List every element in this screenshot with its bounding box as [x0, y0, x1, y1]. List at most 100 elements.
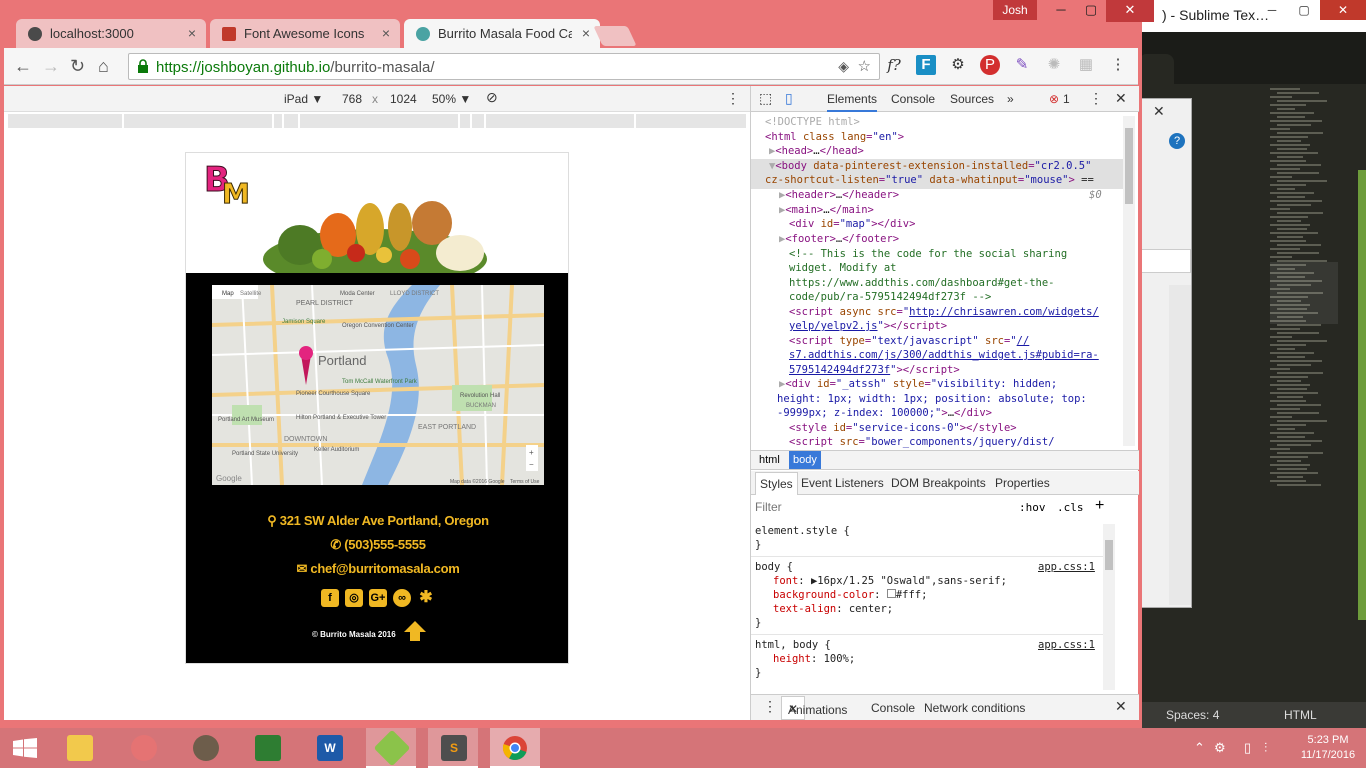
pinterest-icon[interactable]: P [980, 55, 1000, 75]
tray-expand-icon[interactable]: ⌃ [1194, 740, 1205, 756]
minimize-button[interactable]: ─ [1256, 0, 1288, 20]
font-extension-icon[interactable]: f? [884, 55, 904, 75]
tab-sources[interactable]: Sources [950, 92, 994, 106]
yelp-icon[interactable]: ✱ [417, 589, 435, 607]
facebook-icon[interactable]: f [321, 589, 339, 607]
battery-icon[interactable]: ▯ [1244, 740, 1251, 756]
taskbar-gimp[interactable] [180, 728, 230, 768]
taskbar-calculator[interactable] [242, 728, 292, 768]
tab-elements[interactable]: Elements [827, 92, 878, 112]
google-plus-icon[interactable]: G+ [369, 589, 387, 607]
shield-icon[interactable]: ◈ [838, 58, 849, 75]
tab-event-listeners[interactable]: Event Listeners [801, 476, 884, 490]
help-icon[interactable]: ? [1169, 133, 1185, 149]
minimap-viewport[interactable] [1270, 262, 1338, 324]
close-tab-icon[interactable]: × [582, 25, 590, 41]
back-icon[interactable]: ← [14, 56, 32, 77]
system-clock[interactable]: 5:23 PM 11/17/2016 [1290, 733, 1366, 763]
device-height[interactable]: 1024 [390, 92, 417, 106]
taskbar-sublime[interactable]: S [428, 728, 478, 768]
tab-console[interactable]: Console [891, 92, 935, 106]
status-syntax[interactable]: HTML [1284, 708, 1317, 722]
device-menu-icon[interactable]: ⋮ [726, 90, 740, 107]
wifi-icon[interactable]: ⫶ [1264, 740, 1267, 756]
tab-burrito-masala[interactable]: Burrito Masala Food Cart × [404, 19, 600, 48]
device-mode-icon[interactable]: ▯ [785, 90, 793, 107]
styles-scrollbar[interactable] [1103, 524, 1115, 690]
scrollbar[interactable] [1169, 285, 1191, 605]
tab-drawer-console[interactable]: Console [871, 701, 915, 715]
inspect-icon[interactable]: ⬚ [759, 90, 772, 107]
media-query-bar[interactable] [8, 114, 746, 128]
burrito-masala-logo[interactable]: B M [202, 157, 252, 206]
minimize-button[interactable]: ─ [1046, 0, 1076, 22]
taskbar-app[interactable] [366, 728, 416, 768]
sublime-tab[interactable] [1140, 54, 1174, 84]
home-icon[interactable]: ⌂ [98, 56, 109, 77]
devtools-menu-icon[interactable]: ⋮ [1089, 90, 1103, 107]
tripadvisor-icon[interactable]: ∞ [393, 589, 411, 607]
tab-network-conditions[interactable]: Network conditions [924, 701, 1025, 715]
maximize-button[interactable]: ▢ [1076, 0, 1106, 22]
status-spaces[interactable]: Spaces: 4 [1166, 708, 1219, 722]
maximize-button[interactable]: ▢ [1288, 0, 1320, 20]
gear-icon[interactable]: ⚙ [948, 55, 968, 75]
grid-icon[interactable]: ▦ [1076, 55, 1096, 75]
styles-filter-input[interactable] [755, 500, 955, 514]
sublime-side-panel [1358, 170, 1366, 620]
tab-localhost[interactable]: localhost:3000 × [16, 19, 206, 48]
rotate-icon[interactable]: ⊘ [486, 89, 498, 106]
dom-tree[interactable]: <!DOCTYPE html> <html class lang="en"> ▶… [751, 113, 1123, 453]
start-button[interactable] [0, 728, 50, 768]
network-status-icon[interactable]: ⚙ [1214, 740, 1226, 756]
tab-label: localhost:3000 [50, 26, 134, 41]
hov-toggle[interactable]: :hov [1019, 501, 1046, 514]
styles-pane[interactable]: element.style { } body {app.css:1 font: … [751, 520, 1111, 688]
tab-styles[interactable]: Styles [755, 472, 798, 495]
taskbar-snipping-tool[interactable] [118, 728, 168, 768]
phone-line[interactable]: ✆ (503)555-5555 [186, 537, 568, 553]
search-box[interactable] [1141, 249, 1191, 273]
tab-font-awesome[interactable]: Font Awesome Icons × [210, 19, 400, 48]
dom-tree-scrollbar[interactable] [1123, 116, 1135, 446]
source-link[interactable]: app.css:1 [1038, 638, 1095, 652]
react-icon[interactable]: ✺ [1044, 55, 1064, 75]
fontface-extension-icon[interactable]: F [916, 55, 936, 75]
drawer-menu-icon[interactable]: ⋮ [763, 698, 777, 715]
tab-properties[interactable]: Properties [995, 476, 1050, 490]
google-map[interactable]: Map Satellite PEARL DISTRICT Moda Center… [212, 285, 544, 485]
error-count[interactable]: 1 [1063, 92, 1070, 106]
breadcrumb-html[interactable]: html [755, 454, 784, 466]
forward-icon[interactable]: → [42, 56, 60, 77]
taskbar-chrome[interactable] [490, 728, 540, 768]
profile-button[interactable]: Josh [993, 0, 1037, 20]
back-to-top-icon[interactable] [404, 621, 426, 641]
device-width[interactable]: 768 [342, 92, 362, 106]
close-devtools-icon[interactable]: ✕ [1115, 90, 1127, 107]
address-bar[interactable]: https://joshboyan.github.io/burrito-masa… [128, 53, 880, 80]
error-icon[interactable]: ⊗ [1049, 92, 1059, 106]
tab-dom-breakpoints[interactable]: DOM Breakpoints [891, 476, 986, 490]
device-select[interactable]: iPad ▼ [284, 92, 323, 106]
add-rule-icon[interactable]: + [1095, 497, 1104, 515]
tab-animations[interactable]: Animations ✕ [781, 696, 847, 720]
zoom-select[interactable]: 50% ▼ [432, 92, 471, 106]
eyedropper-icon[interactable]: ✎ [1012, 55, 1032, 75]
source-link[interactable]: app.css:1 [1038, 560, 1095, 574]
close-icon[interactable]: ✕ [1153, 103, 1165, 120]
close-drawer-icon[interactable]: ✕ [1115, 698, 1127, 715]
email-line[interactable]: ✉ chef@burritomasala.com [186, 561, 568, 577]
reload-icon[interactable]: ↻ [70, 56, 85, 77]
breadcrumb-body[interactable]: body [789, 451, 821, 469]
instagram-icon[interactable]: ◎ [345, 589, 363, 607]
close-tab-icon[interactable]: × [382, 25, 390, 41]
close-tab-icon[interactable]: × [188, 25, 196, 41]
close-button[interactable]: ✕ [1106, 0, 1154, 22]
more-tabs-icon[interactable]: » [1007, 92, 1014, 106]
star-icon[interactable]: ☆ [858, 57, 871, 75]
close-button[interactable]: ✕ [1320, 0, 1366, 20]
menu-icon[interactable]: ⋮ [1108, 55, 1128, 75]
taskbar-file-explorer[interactable] [54, 728, 104, 768]
taskbar-word[interactable]: W [304, 728, 354, 768]
cls-toggle[interactable]: .cls [1057, 501, 1084, 514]
